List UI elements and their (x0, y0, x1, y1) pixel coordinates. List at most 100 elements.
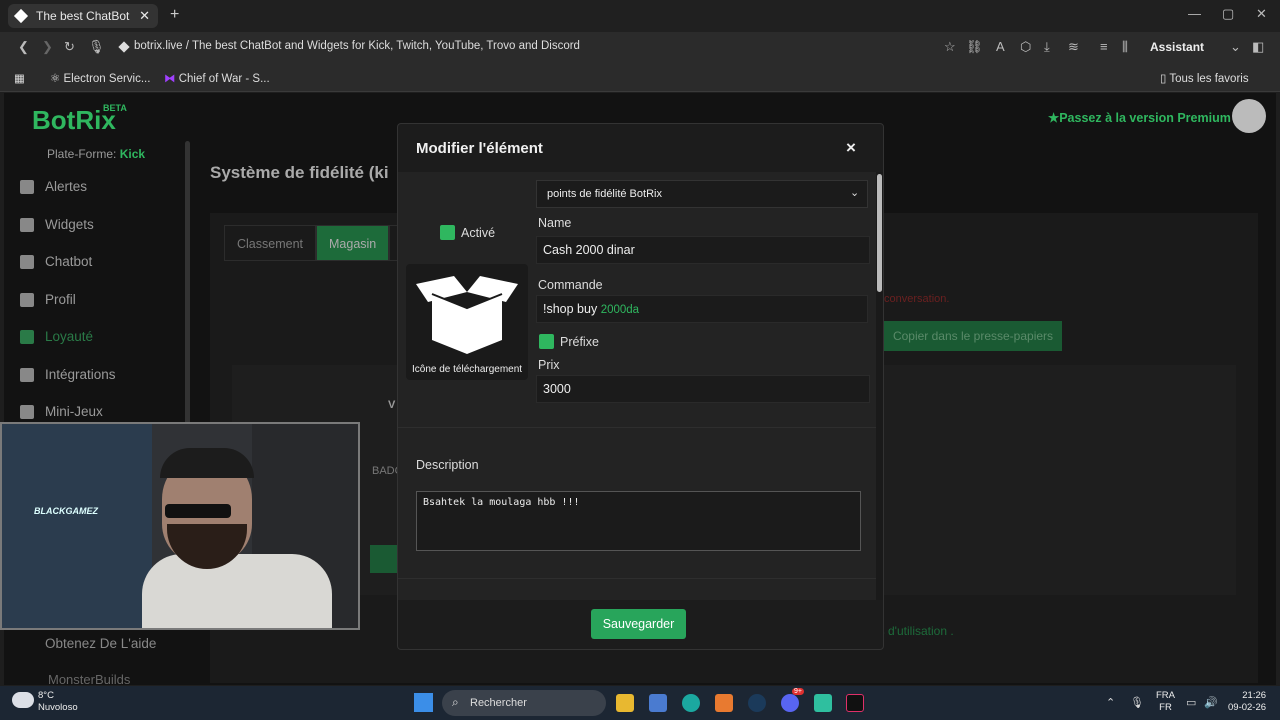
maximize-button[interactable]: ▢ (1222, 6, 1234, 22)
prefix-checkbox[interactable] (539, 334, 554, 349)
prefix-label: Préfixe (560, 335, 599, 349)
sidebar-item-alertes[interactable]: Alertes (20, 179, 87, 194)
tab-magasin[interactable]: Magasin (316, 225, 390, 261)
bookmark-label: Chief of War - S... (178, 73, 270, 85)
app-icon[interactable] (715, 694, 733, 712)
sidebar-item-label: Profil (45, 292, 76, 307)
sidebar-item-chatbot[interactable]: Chatbot (20, 254, 92, 269)
robot-icon (20, 254, 34, 269)
warning-text: conversation. (884, 293, 950, 305)
microphone-icon[interactable]: 🎙 (88, 39, 105, 55)
close-icon[interactable]: × (846, 138, 856, 158)
save-button[interactable]: Sauvegarder (591, 609, 686, 639)
command-value: 2000da (600, 304, 640, 316)
steam-icon[interactable] (748, 694, 766, 712)
sidebar-item-help[interactable]: Obtenez De L'aide (45, 636, 156, 651)
person-hair (160, 448, 254, 478)
assistant-button[interactable]: Assistant (1150, 40, 1204, 54)
item-form: points de fidélité BotRix ⌄ Activé Icône… (398, 172, 876, 427)
bookmark-chief-of-war[interactable]: ⧓ Chief of War - S... (164, 71, 270, 85)
bookmark-electron[interactable]: ⚛ Electron Servic... (50, 71, 150, 85)
copy-clipboard-button[interactable]: Copier dans le presse-papiers (884, 321, 1062, 351)
weather-widget[interactable]: 8°C Nuvoloso (38, 690, 78, 714)
tiktok-icon[interactable] (846, 694, 864, 712)
forward-icon[interactable]: ❯ (42, 39, 53, 55)
extensions-icon[interactable]: ⬡ (1020, 39, 1031, 55)
description-label: Description (416, 458, 479, 472)
sidebar-scrollbar[interactable] (185, 141, 190, 431)
reload-icon[interactable]: ↻ (64, 39, 75, 55)
chevron-down-icon[interactable]: ⌄ (1230, 39, 1241, 55)
favorite-star-icon[interactable]: ☆ (944, 39, 956, 55)
edit-item-modal: Modifier l'élément × points de fidélité … (397, 123, 884, 650)
terms-link[interactable]: ns d'utilisation . (872, 624, 954, 638)
platform-value: Kick (119, 147, 146, 161)
volume-icon[interactable]: 🔊 (1204, 696, 1218, 709)
profile-card-icon (20, 292, 34, 307)
search-placeholder: Rechercher (470, 697, 527, 709)
site-info-icon[interactable] (118, 41, 130, 53)
apps-grid-icon[interactable]: ▦ (14, 71, 25, 85)
bookmarks-bar: ▦ ⚛ Electron Servic... ⧓ Chief of War - … (0, 62, 1280, 92)
link-icon[interactable]: ⛓ (966, 39, 983, 55)
profile-icon[interactable]: ◧ (1252, 39, 1264, 55)
background-green-button[interactable] (370, 545, 400, 573)
command-prefix: !shop buy (543, 302, 598, 316)
file-explorer-icon[interactable] (616, 694, 634, 712)
taskbar-search[interactable]: ⌕ Rechercher (442, 690, 606, 716)
discord-icon[interactable] (781, 694, 799, 712)
tab-classement[interactable]: Classement (224, 225, 316, 261)
widgets-icon (20, 217, 34, 232)
tray-chevron-icon[interactable]: ⌃ (1106, 696, 1115, 709)
sidebar-item-label: Loyauté (45, 329, 94, 344)
sidebar-item-mini-jeux[interactable]: Mini-Jeux (20, 404, 103, 419)
edge-icon[interactable] (682, 694, 700, 712)
menu-icon[interactable]: ≡ (1100, 39, 1108, 54)
currency-select[interactable]: points de fidélité BotRix (536, 180, 868, 208)
upload-icon-label: Icône de téléchargement (412, 364, 523, 375)
sidebar-item-integrations[interactable]: Intégrations (20, 367, 116, 382)
window-close-button[interactable]: ✕ (1256, 6, 1267, 22)
store-icon[interactable] (649, 694, 667, 712)
cloud-icon[interactable] (12, 692, 34, 708)
browser-tab[interactable]: The best ChatBot and W ✕ (8, 4, 158, 28)
back-icon[interactable]: ❮ (18, 39, 29, 55)
neon-sign: BLACKGAMEZ (34, 506, 98, 516)
audio-icon[interactable]: ⫼ (1122, 39, 1128, 55)
tab-close-icon[interactable]: ✕ (139, 8, 150, 24)
command-input[interactable]: !shop buy 2000da (536, 295, 868, 323)
translate-icon[interactable]: A (996, 39, 1005, 54)
active-checkbox[interactable] (440, 225, 455, 240)
sidebar-item-widgets[interactable]: Widgets (20, 217, 94, 232)
divider (398, 427, 876, 428)
temperature: 8°C (38, 690, 54, 701)
upload-icon-button[interactable] (406, 264, 528, 380)
premium-link[interactable]: ★Passez à la version Premium (1048, 110, 1231, 125)
sidebar-item-loyaute[interactable]: Loyauté (20, 329, 93, 344)
sidebar-item-monsterbuilds[interactable]: MonsterBuilds (48, 672, 130, 685)
name-input[interactable]: Cash 2000 dinar (536, 236, 870, 264)
collections-icon[interactable]: ≋ (1068, 39, 1079, 55)
minimize-button[interactable]: — (1188, 6, 1201, 21)
modal-scrollbar-thumb[interactable] (877, 174, 882, 292)
display-icon[interactable]: ▭ (1186, 696, 1196, 709)
time: 21:26 (1242, 690, 1267, 701)
url-field[interactable]: botrix.live / The best ChatBot and Widge… (134, 40, 580, 52)
download-icon[interactable]: ⤓ (1044, 39, 1050, 55)
webcam-overlay: BLACKGAMEZ (0, 422, 360, 630)
language-indicator[interactable]: FRA FR (1156, 690, 1175, 714)
avatar[interactable] (1232, 99, 1266, 133)
address-bar: ❮ ❯ ↻ 🎙 botrix.live / The best ChatBot a… (0, 32, 1280, 62)
sidebar-item-profil[interactable]: Profil (20, 292, 76, 307)
clock[interactable]: 21:26 09-02-26 (1228, 690, 1266, 714)
mic-tray-icon[interactable]: 🎙 (1130, 696, 1144, 709)
all-favorites-button[interactable]: ▯ Tous les favoris (1160, 71, 1249, 85)
new-tab-button[interactable]: + (170, 6, 179, 24)
platform-indicator: Plate-Forme: Kick (47, 147, 145, 161)
bookmark-label: Electron Servic... (63, 73, 151, 85)
description-textarea[interactable]: Bsahtek la moulaga hbb !!! (416, 491, 861, 551)
active-label: Activé (461, 226, 496, 240)
obs-icon[interactable] (814, 694, 832, 712)
windows-start-icon[interactable] (414, 693, 433, 712)
price-input[interactable]: 3000 (536, 375, 870, 403)
